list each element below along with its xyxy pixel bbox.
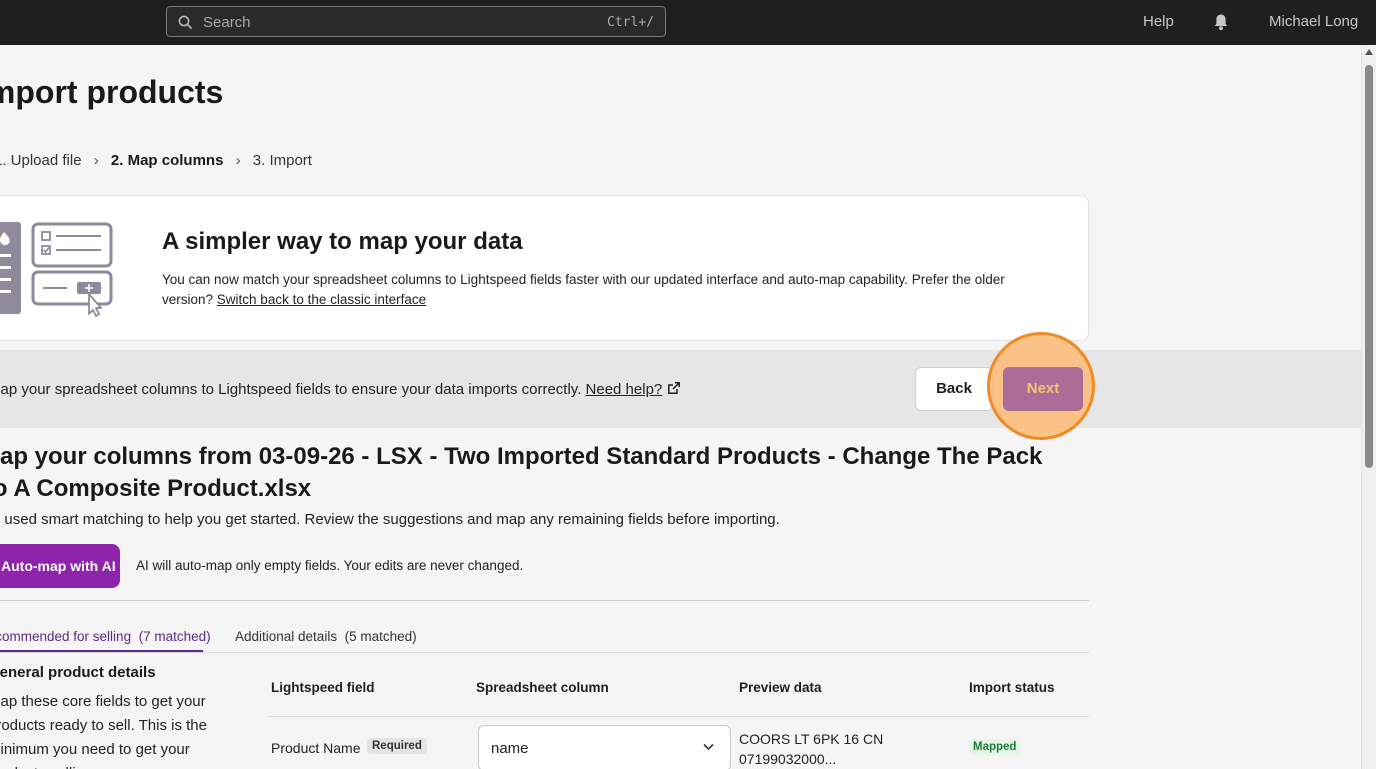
next-button[interactable]: Next bbox=[1003, 367, 1083, 411]
tab-label: Additional details bbox=[235, 629, 338, 644]
external-link-icon bbox=[668, 382, 681, 394]
user-menu[interactable]: Michael Long bbox=[1269, 13, 1358, 30]
section-description: Map these core fields to get your produc… bbox=[0, 693, 207, 769]
mapping-illustration-icon bbox=[0, 222, 113, 317]
action-bar-description: Map your spreadsheet columns to Lightspe… bbox=[0, 381, 582, 398]
tab-label: Recommended for selling bbox=[0, 629, 132, 644]
tabs-divider bbox=[0, 652, 1089, 653]
preview-line: COORS LT 6PK 16 CN bbox=[739, 731, 884, 747]
mapping-title: Map your columns from 03-09-26 - LSX - T… bbox=[0, 443, 1043, 502]
back-button[interactable]: Back bbox=[915, 367, 993, 411]
help-link[interactable]: Help bbox=[1143, 13, 1174, 30]
chevron-right-icon: › bbox=[93, 151, 99, 169]
banner-title: A simpler way to map your data bbox=[162, 228, 523, 255]
scrollbar[interactable] bbox=[1361, 45, 1376, 769]
column-header-lightspeed-field: Lightspeed field bbox=[271, 680, 375, 695]
search-shortcut: Ctrl+/ bbox=[607, 15, 654, 30]
spreadsheet-column-select[interactable]: name bbox=[478, 725, 731, 769]
classic-interface-link[interactable]: Switch back to the classic interface bbox=[217, 292, 426, 307]
page-title: Import products bbox=[0, 74, 224, 110]
top-bar: Search Ctrl+/ Help Michael Long bbox=[0, 0, 1376, 45]
action-bar-text: Map your spreadsheet columns to Lightspe… bbox=[0, 381, 681, 398]
banner-text: You can now match your spreadsheet colum… bbox=[162, 270, 1042, 310]
tab-additional-details[interactable]: Additional details (5 matched) bbox=[235, 629, 417, 644]
breadcrumb-step-upload[interactable]: 1. Upload file bbox=[0, 152, 82, 169]
mapping-subtitle: We used smart matching to help you get s… bbox=[0, 511, 780, 528]
section-title: General product details bbox=[0, 664, 156, 681]
need-help-link[interactable]: Need help? bbox=[586, 381, 663, 398]
preview-line: 07199032000... bbox=[739, 751, 837, 767]
column-header-preview-data: Preview data bbox=[739, 680, 822, 695]
select-value: name bbox=[491, 740, 529, 757]
field-name: Product Name bbox=[271, 740, 361, 756]
required-badge: Required bbox=[367, 738, 427, 754]
bell-icon[interactable] bbox=[1213, 13, 1229, 31]
tab-count: (5 matched) bbox=[344, 629, 417, 644]
search-input[interactable]: Search Ctrl+/ bbox=[166, 6, 666, 37]
search-icon bbox=[178, 15, 192, 29]
table-header-divider bbox=[267, 716, 1089, 717]
scrollbar-thumb[interactable] bbox=[1365, 65, 1373, 468]
chevron-right-icon: › bbox=[235, 151, 241, 169]
info-banner: A simpler way to map your data You can n… bbox=[0, 195, 1089, 341]
breadcrumb-step-map: 2. Map columns bbox=[110, 151, 224, 169]
preview-data: COORS LT 6PK 16 CN 07199032000... bbox=[739, 729, 939, 769]
tab-recommended-for-selling[interactable]: Recommended for selling (7 matched) bbox=[0, 629, 211, 644]
auto-map-note: AI will auto-map only empty fields. Your… bbox=[136, 558, 524, 573]
auto-map-ai-button[interactable]: Auto-map with AI bbox=[0, 544, 120, 588]
search-placeholder: Search bbox=[203, 14, 251, 31]
tab-count: (7 matched) bbox=[138, 629, 211, 644]
breadcrumb-step-import: 3. Import bbox=[252, 151, 312, 169]
scroll-up-icon[interactable] bbox=[1365, 49, 1373, 55]
breadcrumb: 1. Upload file › 2. Map columns › 3. Imp… bbox=[0, 151, 312, 169]
status-badge: Mapped bbox=[969, 739, 1021, 755]
chevron-down-icon bbox=[703, 743, 714, 751]
column-header-import-status: Import status bbox=[969, 680, 1055, 695]
divider bbox=[0, 600, 1089, 601]
column-header-spreadsheet-column: Spreadsheet column bbox=[476, 680, 609, 695]
